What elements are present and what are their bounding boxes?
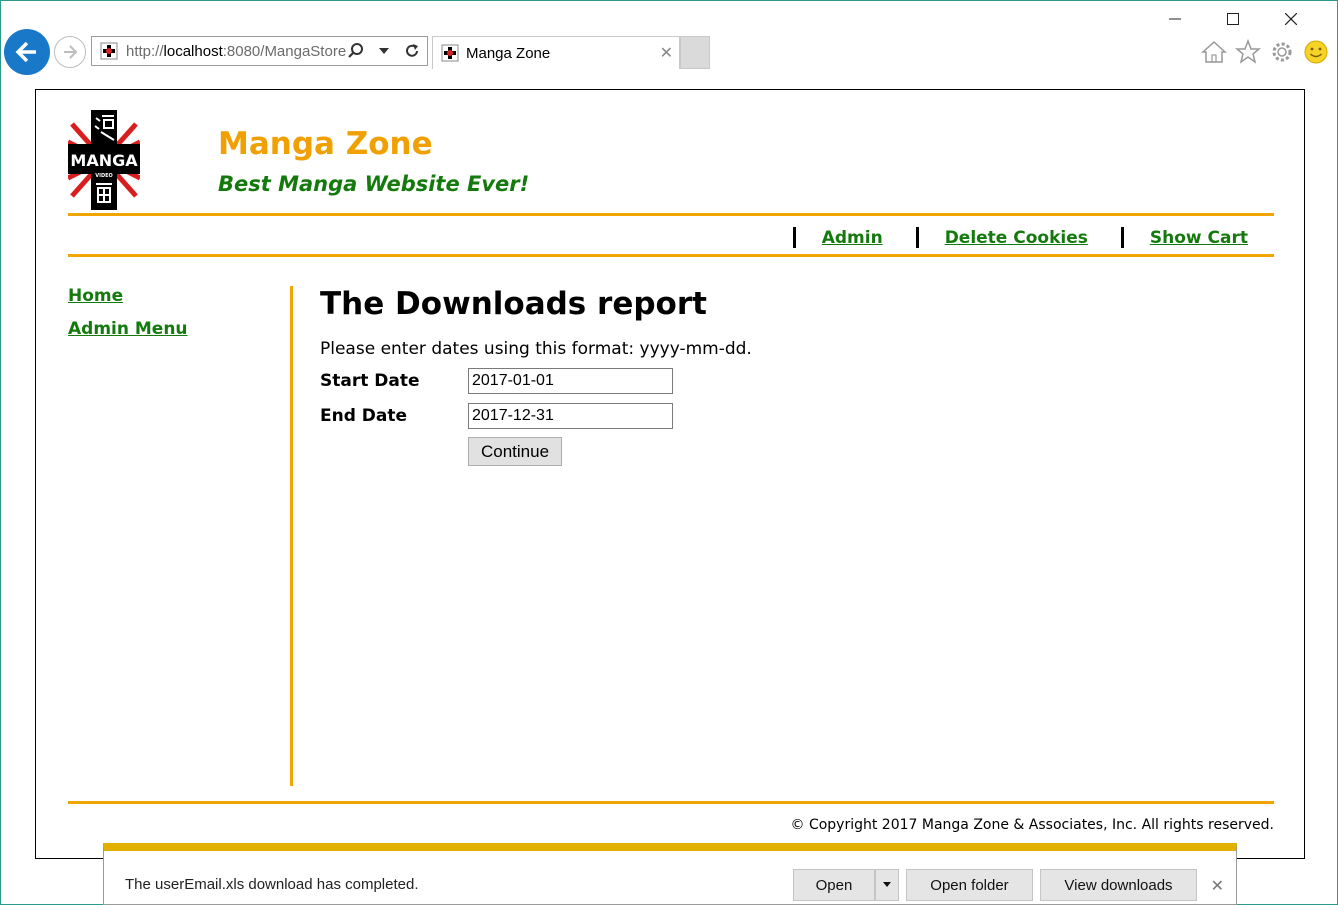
admin-link[interactable]: Admin	[822, 228, 883, 248]
page-title: The Downloads report	[320, 286, 707, 322]
new-tab-button[interactable]	[680, 36, 710, 69]
download-notification-bar: The userEmail.xls download has completed…	[103, 843, 1237, 905]
svg-text:VIDEO: VIDEO	[95, 173, 113, 179]
refresh-icon[interactable]	[401, 40, 423, 62]
end-date-field[interactable]	[468, 403, 673, 429]
dropdown-arrow-icon	[883, 882, 891, 887]
address-bar[interactable]: http://localhost:8080/MangaStore	[91, 36, 428, 66]
settings-gear-icon[interactable]	[1268, 38, 1296, 66]
arrow-right-icon	[64, 45, 78, 59]
sidebar-item-admin-menu[interactable]: Admin Menu	[68, 319, 290, 339]
dropdown-arrow-icon[interactable]	[373, 40, 395, 62]
open-folder-button[interactable]: Open folder	[906, 869, 1033, 901]
end-date-row: End Date	[320, 403, 1220, 429]
site-footer: © Copyright 2017 Manga Zone & Associates…	[68, 801, 1274, 833]
close-icon	[1285, 13, 1297, 25]
sidebar: Home Admin Menu	[68, 286, 293, 786]
feedback-smiley-icon[interactable]	[1302, 38, 1330, 66]
arrow-left-icon	[15, 41, 36, 63]
open-button[interactable]: Open	[793, 869, 875, 901]
svg-text:MANGA: MANGA	[70, 151, 138, 170]
nav-item-delete-cookies: Delete Cookies	[915, 227, 1088, 248]
manga-logo[interactable]: MANGA VIDEO	[68, 110, 140, 210]
close-window-button[interactable]	[1262, 8, 1320, 30]
browser-toolbar	[1200, 38, 1330, 66]
maximize-button[interactable]	[1204, 8, 1262, 30]
show-cart-link[interactable]: Show Cart	[1150, 228, 1248, 248]
sidebar-item-home[interactable]: Home	[68, 286, 290, 306]
site-tagline: Best Manga Website Ever!	[218, 172, 530, 196]
site-favicon-icon	[100, 42, 118, 60]
browser-tab[interactable]: Manga Zone ✕	[432, 36, 680, 69]
main-content: The Downloads report Please enter dates …	[320, 286, 1220, 466]
close-notification-icon[interactable]: ✕	[1211, 876, 1224, 895]
url-text: http://localhost:8080/MangaStore	[126, 42, 347, 60]
tab-favicon-icon	[441, 44, 459, 62]
tab-close-icon[interactable]: ✕	[660, 43, 673, 62]
maximize-icon	[1227, 13, 1239, 25]
site-header: MANGA VIDEO Manga Zone Best Manga Websit…	[68, 108, 1274, 216]
minimize-button[interactable]	[1146, 8, 1204, 30]
start-date-field[interactable]	[468, 368, 673, 394]
web-page: MANGA VIDEO Manga Zone Best Manga Websit…	[35, 89, 1305, 859]
search-icon[interactable]	[345, 40, 367, 62]
open-options-dropdown[interactable]	[875, 869, 899, 901]
forward-button[interactable]	[54, 36, 86, 68]
start-date-row: Start Date	[320, 368, 1220, 394]
delete-cookies-link[interactable]: Delete Cookies	[945, 228, 1088, 248]
window-controls	[1146, 8, 1320, 30]
home-icon[interactable]	[1200, 38, 1228, 66]
top-navigation: Admin Delete Cookies Show Cart	[68, 219, 1274, 257]
minimize-icon	[1169, 18, 1181, 20]
start-date-label: Start Date	[320, 371, 420, 391]
nav-item-show-cart: Show Cart	[1120, 227, 1248, 248]
date-format-instructions: Please enter dates using this format: yy…	[320, 339, 752, 359]
view-downloads-button[interactable]: View downloads	[1040, 869, 1197, 901]
continue-button[interactable]: Continue	[468, 437, 562, 466]
download-message: The userEmail.xls download has completed…	[125, 876, 419, 893]
copyright-text: © Copyright 2017 Manga Zone & Associates…	[790, 817, 1275, 833]
favorites-star-icon[interactable]	[1234, 38, 1262, 66]
back-button[interactable]	[4, 29, 50, 75]
end-date-label: End Date	[320, 406, 408, 426]
nav-item-admin: Admin	[792, 227, 883, 248]
site-title: Manga Zone	[218, 126, 433, 162]
tab-title: Manga Zone	[466, 44, 551, 62]
